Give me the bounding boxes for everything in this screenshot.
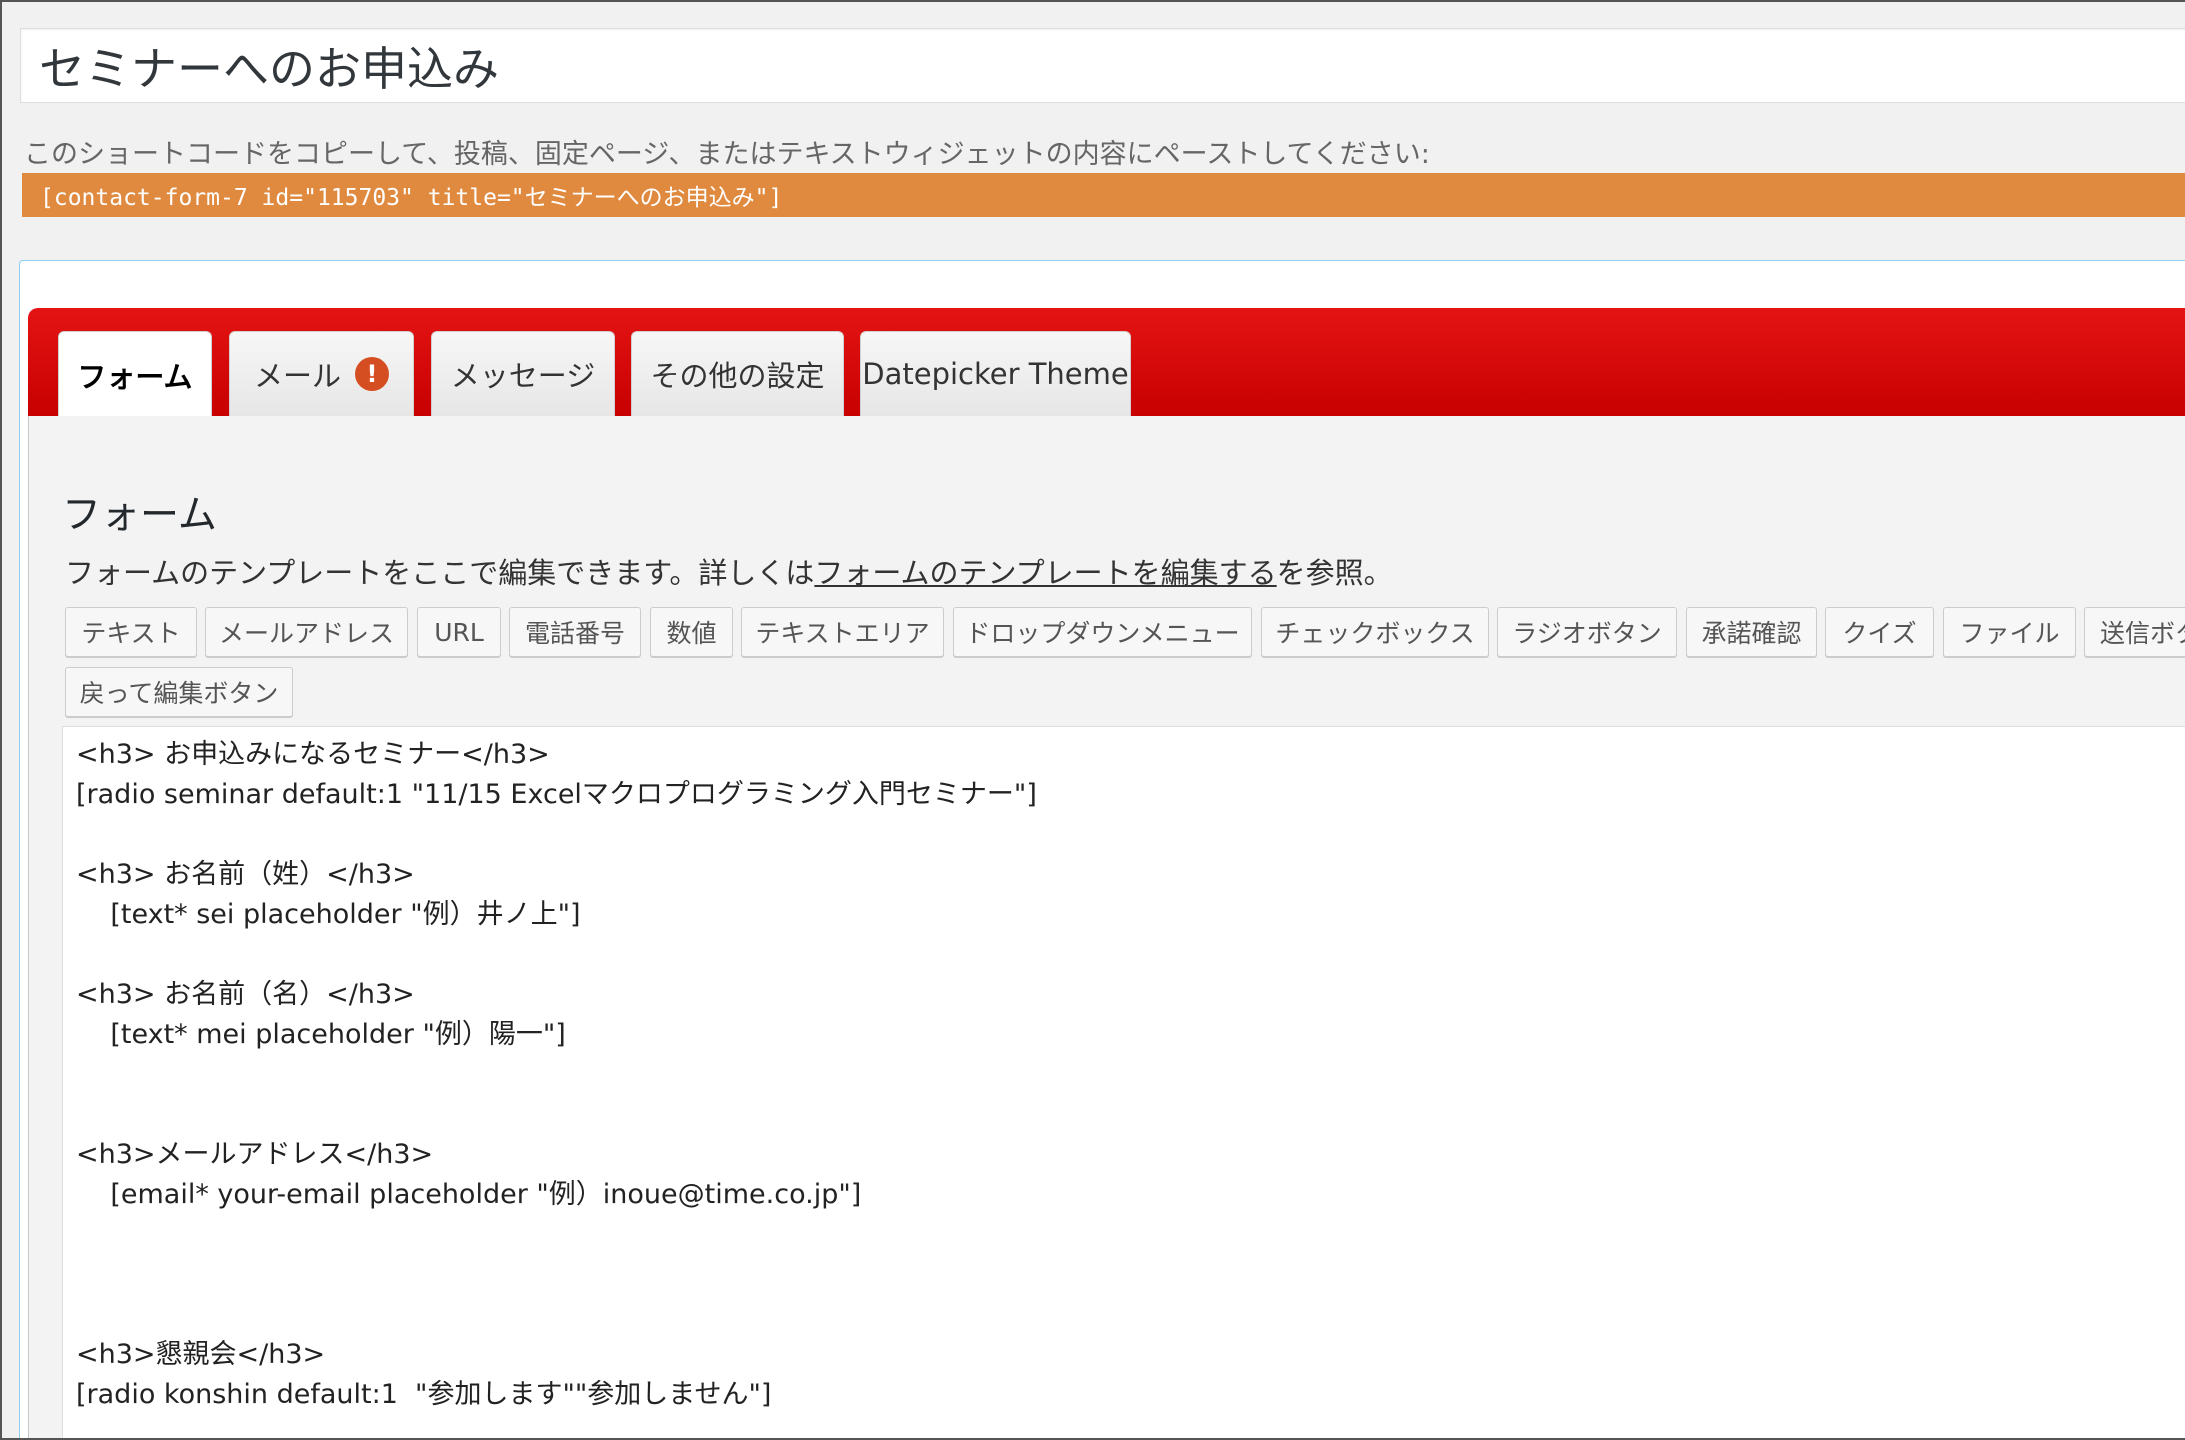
tag-button-acceptance[interactable]: 承諾確認 <box>1686 607 1817 657</box>
tab-mail[interactable]: メール ! <box>229 331 414 416</box>
tab-datepicker-theme[interactable]: Datepicker Theme <box>860 331 1131 416</box>
template-line: [text* sei placeholder "例）井ノ上"] <box>76 899 581 930</box>
tab-form[interactable]: フォーム <box>58 331 212 417</box>
tab-messages[interactable]: メッセージ <box>431 331 615 416</box>
tag-button-quiz[interactable]: クイズ <box>1825 607 1934 657</box>
template-line: [text* mei placeholder "例）陽一"] <box>76 1019 566 1050</box>
tag-button-url[interactable]: URL <box>417 607 501 657</box>
tab-messages-label: メッセージ <box>450 359 596 393</box>
tag-button-email[interactable]: メールアドレス <box>205 607 408 657</box>
shortcode-value[interactable]: [contact-form-7 id="115703" title="セミナーへ… <box>22 173 2185 217</box>
tab-form-label: フォーム <box>77 359 193 394</box>
tag-button-text[interactable]: テキスト <box>65 607 197 657</box>
tag-button-radio[interactable]: ラジオボタン <box>1497 607 1677 657</box>
template-line: [radio konshin default:1 "参加します""参加しません"… <box>76 1379 772 1410</box>
template-line: <h3>懇親会</h3> <box>76 1339 326 1370</box>
section-description: フォームのテンプレートをここで編集できます。詳しくはフォームのテンプレートを編集… <box>65 550 1393 592</box>
template-line <box>76 815 2185 855</box>
edit-template-link[interactable]: フォームのテンプレートを編集する <box>814 556 1276 590</box>
template-line <box>76 1255 2185 1295</box>
template-line: <h3> お名前（姓）</h3> <box>76 859 415 890</box>
tag-button-number[interactable]: 数値 <box>650 607 733 657</box>
tag-button-submit[interactable]: 送信ボタン <box>2084 607 2185 657</box>
form-title-input[interactable] <box>39 38 2185 93</box>
section-description-text: フォームのテンプレートをここで編集できます。詳しくは <box>65 556 815 590</box>
template-line <box>76 1215 2185 1255</box>
template-line <box>76 1055 2185 1095</box>
tag-button-file[interactable]: ファイル <box>1943 607 2076 657</box>
shortcode-description: このショートコードをコピーして、投稿、固定ページ、またはテキストウィジェットの内… <box>24 139 1430 170</box>
form-template-editor[interactable]: <h3> お申込みになるセミナー</h3> [radio seminar def… <box>62 726 2185 1438</box>
template-line: <h3> お名前（名）</h3> <box>76 979 415 1010</box>
section-description-suffix: を参照。 <box>1276 556 1393 590</box>
template-line <box>76 935 2185 975</box>
tab-other-settings[interactable]: その他の設定 <box>631 331 844 416</box>
tab-other-settings-label: その他の設定 <box>650 359 825 393</box>
template-line: <h3> お申込みになるセミナー</h3> <box>76 739 550 770</box>
tag-button-tel[interactable]: 電話番号 <box>509 607 641 657</box>
template-line: <h3>メールアドレス</h3> <box>76 1139 434 1170</box>
template-line <box>76 1095 2185 1135</box>
section-heading: フォーム <box>62 493 217 538</box>
tab-datepicker-theme-label: Datepicker Theme <box>862 357 1129 391</box>
alert-icon: ! <box>355 357 389 391</box>
tab-mail-label: メール <box>253 359 341 393</box>
template-line: [email* your-email placeholder "例）inoue@… <box>76 1179 862 1210</box>
tag-button-dropdown[interactable]: ドロップダウンメニュー <box>953 607 1252 657</box>
template-line: [radio seminar default:1 "11/15 Excelマクロ… <box>76 779 1037 810</box>
tag-button-checkbox[interactable]: チェックボックス <box>1261 607 1489 657</box>
window-frame: このショートコードをコピーして、投稿、固定ページ、またはテキストウィジェットの内… <box>0 0 2185 1440</box>
tag-button-back[interactable]: 戻って編集ボタン <box>65 667 293 717</box>
template-line <box>76 1295 2185 1335</box>
tag-button-textarea[interactable]: テキストエリア <box>741 607 944 657</box>
form-title-field[interactable] <box>20 28 2185 103</box>
